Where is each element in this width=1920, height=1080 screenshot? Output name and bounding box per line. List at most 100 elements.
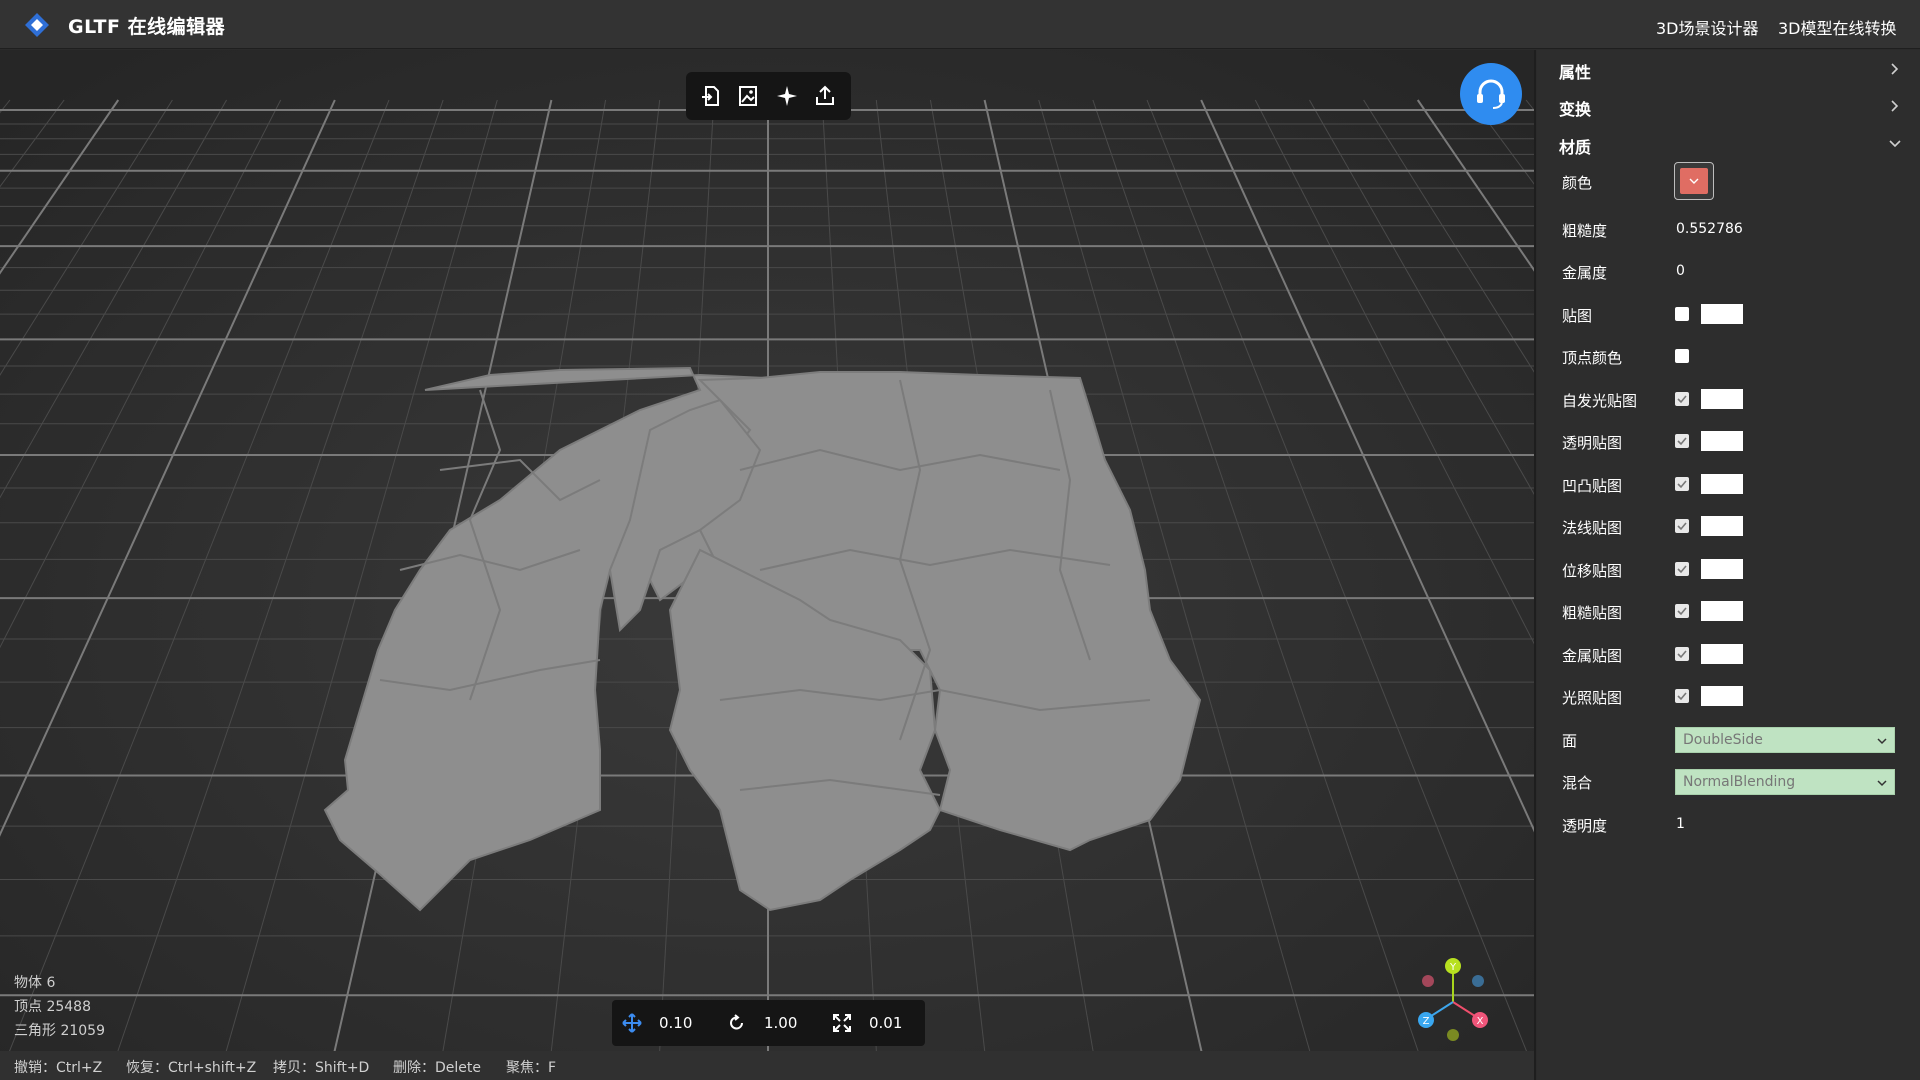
map-texture-slot[interactable] xyxy=(1701,559,1743,579)
map-checkbox[interactable] xyxy=(1675,519,1689,533)
gizmo-z-label: Z xyxy=(1423,1016,1430,1027)
map-checkbox[interactable] xyxy=(1675,307,1689,321)
section-properties-title: 属性 xyxy=(1559,63,1592,82)
check-icon xyxy=(1677,395,1687,404)
viewport-3d[interactable]: 物体 6 顶点 25488 三角形 21059 0.10 1.00 0.01 Y… xyxy=(0,50,1536,1080)
check-icon xyxy=(1677,650,1687,659)
map-texture-slot[interactable] xyxy=(1701,431,1743,451)
blend-select-value: NormalBlending xyxy=(1683,774,1796,790)
gizmo-x-label: X xyxy=(1477,1016,1484,1027)
map-texture-slot[interactable] xyxy=(1701,389,1743,409)
map-label: 凹凸贴图 xyxy=(1562,477,1623,495)
map-checkbox[interactable] xyxy=(1675,392,1689,406)
shortcut-focus: 聚焦：F xyxy=(506,1060,557,1076)
sparkle-icon[interactable] xyxy=(774,83,800,109)
map-texture-slot[interactable] xyxy=(1701,474,1743,494)
map-label: 光照贴图 xyxy=(1562,689,1623,707)
rotate-snap-value[interactable]: 1.00 xyxy=(764,1014,797,1032)
map-texture-slot[interactable] xyxy=(1701,601,1743,621)
transform-snap-bar: 0.10 1.00 0.01 xyxy=(612,1000,925,1046)
metalness-label: 金属度 xyxy=(1562,264,1608,282)
map-label: 金属贴图 xyxy=(1562,647,1623,665)
check-icon xyxy=(1677,607,1687,616)
chevron-right-icon xyxy=(1891,63,1899,75)
blend-label: 混合 xyxy=(1562,774,1593,792)
logo-icon xyxy=(25,13,49,37)
map-label: 顶点颜色 xyxy=(1562,349,1623,367)
properties-panel: 属性 变换 材质 颜色 粗糙度 0.552786 金属度 0 贴图 顶点颜色 自… xyxy=(1537,50,1920,1080)
scene-canvas[interactable] xyxy=(0,50,1536,1080)
headset-icon xyxy=(1477,79,1505,109)
map-checkbox[interactable] xyxy=(1675,477,1689,491)
shortcut-undo: 撤销：Ctrl+Z xyxy=(14,1060,103,1076)
chevron-down-icon xyxy=(1877,738,1887,745)
map-label: 位移贴图 xyxy=(1562,562,1623,580)
translate-snap-value[interactable]: 0.10 xyxy=(659,1014,692,1032)
opacity-label: 透明度 xyxy=(1562,817,1608,835)
side-select[interactable]: DoubleSide xyxy=(1675,727,1895,753)
color-picker[interactable] xyxy=(1674,162,1714,200)
stats-vertices: 顶点 25488 xyxy=(14,999,91,1015)
color-swatch xyxy=(1680,168,1708,194)
image-export-icon[interactable] xyxy=(736,83,762,109)
side-select-value: DoubleSide xyxy=(1683,732,1763,748)
top-bar: GLTF 在线编辑器 3D场景设计器 3D模型在线转换 xyxy=(0,0,1920,49)
map-checkbox[interactable] xyxy=(1675,689,1689,703)
check-icon xyxy=(1677,565,1687,574)
check-icon xyxy=(1677,480,1687,489)
stats-objects: 物体 6 xyxy=(14,975,56,991)
section-transform-title: 变换 xyxy=(1559,100,1592,119)
app-title: GLTF 在线编辑器 xyxy=(68,16,226,38)
axis-gizmo[interactable]: Y X Z xyxy=(1408,950,1508,1050)
map-checkbox[interactable] xyxy=(1675,562,1689,576)
chevron-right-icon xyxy=(1891,100,1899,112)
scene-toolbar xyxy=(686,72,851,120)
roughness-input[interactable]: 0.552786 xyxy=(1676,221,1743,237)
color-label: 颜色 xyxy=(1562,174,1593,192)
map-label: 贴图 xyxy=(1562,307,1593,325)
rotate-icon[interactable] xyxy=(727,1013,747,1033)
nav-model-converter[interactable]: 3D模型在线转换 xyxy=(1778,15,1897,39)
shortcut-bar: 撤销：Ctrl+Z 恢复：Ctrl+shift+Z 拷贝：Shift+D 删除：… xyxy=(0,1051,1534,1080)
roughness-label: 粗糙度 xyxy=(1562,222,1608,240)
section-material[interactable]: 材质 xyxy=(1549,130,1909,160)
map-label: 自发光贴图 xyxy=(1562,392,1638,410)
scale-icon[interactable] xyxy=(832,1013,852,1033)
chevron-down-icon xyxy=(1889,140,1901,148)
stats-triangles: 三角形 21059 xyxy=(14,1023,105,1039)
scale-snap-value[interactable]: 0.01 xyxy=(869,1014,902,1032)
map-checkbox[interactable] xyxy=(1675,434,1689,448)
viewport-divider[interactable] xyxy=(1534,50,1536,1080)
check-icon xyxy=(1677,692,1687,701)
share-icon[interactable] xyxy=(812,83,838,109)
support-button[interactable] xyxy=(1460,63,1522,125)
shortcut-copy: 拷贝：Shift+D xyxy=(273,1060,370,1076)
map-texture-slot[interactable] xyxy=(1701,686,1743,706)
check-icon xyxy=(1677,522,1687,531)
section-material-title: 材质 xyxy=(1559,138,1592,157)
section-properties[interactable]: 属性 xyxy=(1549,55,1909,85)
gizmo-y-label: Y xyxy=(1449,962,1457,973)
section-transform[interactable]: 变换 xyxy=(1549,92,1909,122)
import-icon[interactable] xyxy=(698,83,724,109)
map-label: 法线贴图 xyxy=(1562,519,1623,537)
side-label: 面 xyxy=(1562,732,1578,750)
map-texture-slot[interactable] xyxy=(1701,644,1743,664)
shortcut-redo: 恢复：Ctrl+shift+Z xyxy=(126,1060,257,1076)
map-checkbox[interactable] xyxy=(1675,647,1689,661)
map-texture-slot[interactable] xyxy=(1701,516,1743,536)
move-icon[interactable] xyxy=(622,1013,642,1033)
vertex-color-checkbox[interactable] xyxy=(1675,349,1689,363)
shortcut-delete: 删除：Delete xyxy=(393,1060,481,1076)
metalness-input[interactable]: 0 xyxy=(1676,263,1685,279)
map-checkbox[interactable] xyxy=(1675,604,1689,618)
map-label: 粗糙贴图 xyxy=(1562,604,1623,622)
chevron-down-icon xyxy=(1689,178,1699,184)
nav-scene-designer[interactable]: 3D场景设计器 xyxy=(1656,15,1759,39)
blend-select[interactable]: NormalBlending xyxy=(1675,769,1895,795)
map-texture-slot[interactable] xyxy=(1701,304,1743,324)
opacity-input[interactable]: 1 xyxy=(1676,816,1685,832)
check-icon xyxy=(1677,437,1687,446)
map-label: 透明贴图 xyxy=(1562,434,1623,452)
chevron-down-icon xyxy=(1877,780,1887,787)
